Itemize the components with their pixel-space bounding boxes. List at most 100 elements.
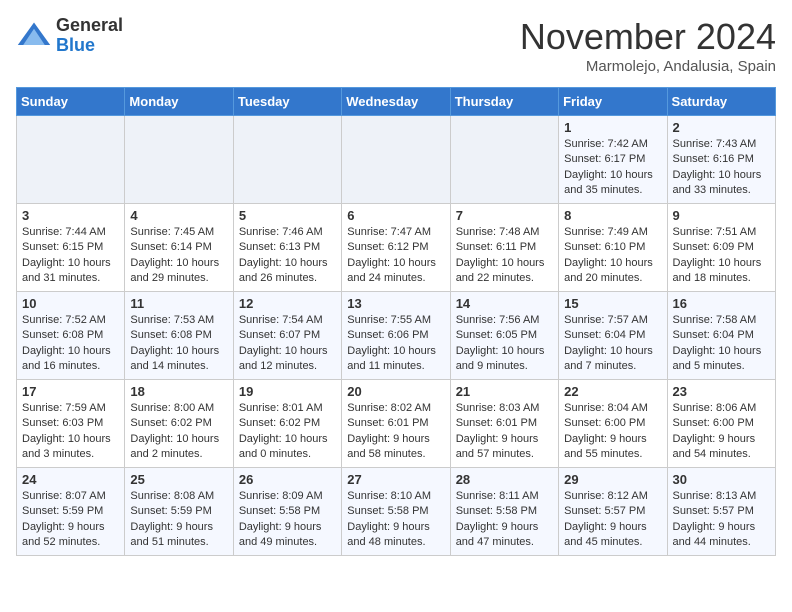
day-info: Sunset: 5:59 PM [130,504,227,519]
calendar-cell: 23Sunrise: 8:06 AMSunset: 6:00 PMDayligh… [667,380,775,468]
calendar-cell: 29Sunrise: 8:12 AMSunset: 5:57 PMDayligh… [559,468,667,556]
day-number: 11 [130,296,227,311]
calendar-cell: 22Sunrise: 8:04 AMSunset: 6:00 PMDayligh… [559,380,667,468]
day-info: and 35 minutes. [564,183,661,198]
day-info: Sunset: 5:57 PM [673,504,770,519]
calendar-cell: 21Sunrise: 8:03 AMSunset: 6:01 PMDayligh… [450,380,558,468]
calendar-cell: 18Sunrise: 8:00 AMSunset: 6:02 PMDayligh… [125,380,233,468]
day-number: 25 [130,472,227,487]
day-info: Sunrise: 8:00 AM [130,401,227,416]
day-info: Daylight: 10 hours [673,168,770,183]
day-info: Sunset: 5:58 PM [239,504,336,519]
calendar-cell: 4Sunrise: 7:45 AMSunset: 6:14 PMDaylight… [125,204,233,292]
day-number: 12 [239,296,336,311]
day-info: and 3 minutes. [22,447,119,462]
day-info: Sunset: 6:15 PM [22,240,119,255]
calendar-cell: 17Sunrise: 7:59 AMSunset: 6:03 PMDayligh… [17,380,125,468]
day-info: Sunrise: 8:12 AM [564,489,661,504]
logo-blue: Blue [56,36,123,56]
day-info: and 9 minutes. [456,359,553,374]
day-info: and 44 minutes. [673,535,770,550]
day-info: Sunrise: 7:46 AM [239,225,336,240]
weekday-header: Tuesday [233,88,341,116]
day-info: Sunset: 6:11 PM [456,240,553,255]
day-info: and 31 minutes. [22,271,119,286]
weekday-header: Wednesday [342,88,450,116]
day-info: Daylight: 10 hours [564,344,661,359]
day-info: Sunrise: 8:01 AM [239,401,336,416]
day-info: Daylight: 10 hours [673,344,770,359]
calendar-cell: 30Sunrise: 8:13 AMSunset: 5:57 PMDayligh… [667,468,775,556]
day-info: and 49 minutes. [239,535,336,550]
day-info: Daylight: 10 hours [456,256,553,271]
day-info: Daylight: 9 hours [673,520,770,535]
day-info: and 29 minutes. [130,271,227,286]
calendar-cell: 14Sunrise: 7:56 AMSunset: 6:05 PMDayligh… [450,292,558,380]
day-info: Sunrise: 7:42 AM [564,137,661,152]
calendar-cell: 26Sunrise: 8:09 AMSunset: 5:58 PMDayligh… [233,468,341,556]
day-number: 27 [347,472,444,487]
day-number: 26 [239,472,336,487]
day-info: Sunset: 6:16 PM [673,152,770,167]
day-info: Daylight: 9 hours [347,520,444,535]
calendar-week-row: 10Sunrise: 7:52 AMSunset: 6:08 PMDayligh… [17,292,776,380]
calendar-cell: 25Sunrise: 8:08 AMSunset: 5:59 PMDayligh… [125,468,233,556]
day-info: Sunset: 6:07 PM [239,328,336,343]
day-info: and 54 minutes. [673,447,770,462]
day-info: and 2 minutes. [130,447,227,462]
calendar-week-row: 3Sunrise: 7:44 AMSunset: 6:15 PMDaylight… [17,204,776,292]
calendar-cell: 19Sunrise: 8:01 AMSunset: 6:02 PMDayligh… [233,380,341,468]
day-info: Daylight: 10 hours [22,256,119,271]
day-info: and 26 minutes. [239,271,336,286]
day-info: Daylight: 10 hours [22,344,119,359]
day-number: 18 [130,384,227,399]
day-info: Daylight: 10 hours [564,256,661,271]
day-info: Daylight: 9 hours [239,520,336,535]
calendar-cell: 16Sunrise: 7:58 AMSunset: 6:04 PMDayligh… [667,292,775,380]
day-info: Daylight: 10 hours [239,256,336,271]
day-number: 7 [456,208,553,223]
day-info: Sunrise: 7:45 AM [130,225,227,240]
day-info: and 18 minutes. [673,271,770,286]
day-info: Sunrise: 7:57 AM [564,313,661,328]
calendar-table: SundayMondayTuesdayWednesdayThursdayFrid… [16,87,776,556]
calendar-cell [233,116,341,204]
day-info: and 5 minutes. [673,359,770,374]
day-info: Sunset: 6:13 PM [239,240,336,255]
day-number: 21 [456,384,553,399]
day-info: Daylight: 9 hours [22,520,119,535]
calendar-cell: 10Sunrise: 7:52 AMSunset: 6:08 PMDayligh… [17,292,125,380]
calendar-cell: 24Sunrise: 8:07 AMSunset: 5:59 PMDayligh… [17,468,125,556]
day-info: Daylight: 10 hours [130,256,227,271]
day-info: Sunset: 6:00 PM [673,416,770,431]
day-info: Sunset: 6:03 PM [22,416,119,431]
day-info: and 20 minutes. [564,271,661,286]
day-info: Sunset: 6:08 PM [130,328,227,343]
calendar-week-row: 1Sunrise: 7:42 AMSunset: 6:17 PMDaylight… [17,116,776,204]
day-number: 16 [673,296,770,311]
weekday-header: Friday [559,88,667,116]
day-info: and 33 minutes. [673,183,770,198]
day-info: Daylight: 9 hours [347,432,444,447]
day-info: and 58 minutes. [347,447,444,462]
page-header: General Blue November 2024 Marmolejo, An… [16,16,776,75]
day-number: 3 [22,208,119,223]
day-info: Sunset: 6:04 PM [673,328,770,343]
day-info: and 55 minutes. [564,447,661,462]
calendar-cell [17,116,125,204]
day-info: and 7 minutes. [564,359,661,374]
day-info: Sunrise: 7:43 AM [673,137,770,152]
day-number: 13 [347,296,444,311]
calendar-cell: 8Sunrise: 7:49 AMSunset: 6:10 PMDaylight… [559,204,667,292]
day-info: Sunrise: 7:49 AM [564,225,661,240]
calendar-cell [125,116,233,204]
day-info: Sunset: 6:09 PM [673,240,770,255]
day-info: Sunrise: 8:13 AM [673,489,770,504]
day-number: 20 [347,384,444,399]
calendar-cell: 6Sunrise: 7:47 AMSunset: 6:12 PMDaylight… [342,204,450,292]
logo: General Blue [16,16,123,56]
day-info: Sunrise: 7:59 AM [22,401,119,416]
day-info: Sunrise: 7:52 AM [22,313,119,328]
day-info: Sunset: 5:58 PM [456,504,553,519]
calendar-cell: 28Sunrise: 8:11 AMSunset: 5:58 PMDayligh… [450,468,558,556]
